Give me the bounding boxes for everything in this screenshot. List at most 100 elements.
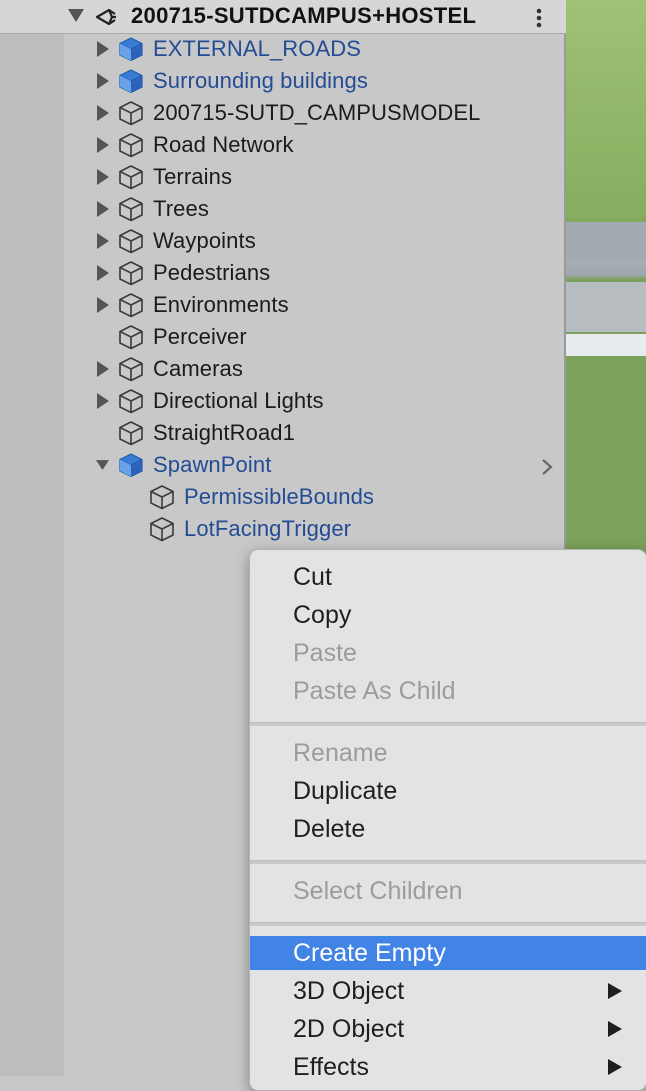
menu-item-label: 3D Object — [293, 976, 405, 1005]
hierarchy-item[interactable]: Environments — [96, 289, 289, 321]
menu-item-copy[interactable]: Copy — [250, 598, 646, 632]
menu-item-paste-as-child: Paste As Child — [250, 674, 646, 708]
prefab-cube-icon — [117, 35, 145, 63]
unity-logo-icon — [94, 5, 118, 34]
hierarchy-item-label: SpawnPoint — [153, 452, 272, 477]
menu-item-select-children: Select Children — [250, 874, 646, 908]
hierarchy-item-label: EXTERNAL_ROADS — [153, 36, 362, 61]
gameobject-cube-icon — [117, 195, 145, 223]
expand-arrow-icon[interactable] — [96, 41, 109, 57]
context-menu: Cut Copy Paste Paste As Child Rename Duplicat… — [249, 549, 646, 1091]
hierarchy-item[interactable]: Waypoints — [96, 225, 256, 257]
expand-arrow-icon[interactable] — [96, 169, 109, 185]
expand-arrow-icon[interactable] — [96, 265, 109, 281]
hierarchy-item-label: Waypoints — [153, 228, 256, 253]
gameobject-cube-icon — [148, 515, 176, 543]
gameobject-cube-icon — [117, 355, 145, 383]
expand-arrow-icon[interactable] — [96, 105, 109, 121]
menu-item-label: Effects — [293, 1052, 369, 1081]
menu-separator — [250, 722, 646, 726]
hierarchy-item[interactable]: Road Network — [96, 129, 294, 161]
expand-arrow-icon[interactable] — [96, 73, 109, 89]
expanded-arrow-icon[interactable] — [96, 457, 109, 473]
gameobject-cube-icon — [117, 291, 145, 319]
menu-separator — [250, 860, 646, 864]
menu-item-cut[interactable]: Cut — [250, 560, 646, 594]
hierarchy-item-label: LotFacingTrigger — [184, 516, 352, 541]
gameobject-cube-icon — [117, 163, 145, 191]
expand-arrow-icon[interactable] — [96, 361, 109, 377]
hierarchy-item-label: Terrains — [153, 164, 233, 189]
prefab-cube-icon — [117, 451, 145, 479]
menu-item-create-empty[interactable]: Create Empty — [250, 936, 646, 970]
menu-item-label: Rename — [293, 738, 388, 767]
menu-item-rename: Rename — [250, 736, 646, 770]
menu-item-label: 2D Object — [293, 1014, 405, 1043]
expand-arrow-icon[interactable] — [96, 137, 109, 153]
hierarchy-item[interactable]: Trees — [96, 193, 209, 225]
gameobject-cube-icon — [117, 323, 145, 351]
gameobject-cube-icon — [117, 259, 145, 287]
submenu-arrow-icon — [608, 1021, 622, 1042]
hierarchy-item-label: Trees — [153, 196, 209, 221]
menu-item-label: Select Children — [293, 876, 463, 905]
menu-item-2d-object[interactable]: 2D Object — [250, 1012, 646, 1046]
hierarchy-item[interactable]: PermissibleBounds — [148, 481, 374, 513]
expand-arrow-icon[interactable] — [96, 393, 109, 409]
expand-arrow-icon[interactable] — [96, 201, 109, 217]
hierarchy-item[interactable]: EXTERNAL_ROADS — [96, 33, 361, 65]
menu-item-label: Copy — [293, 600, 352, 629]
gameobject-cube-icon — [148, 483, 176, 511]
hierarchy-item[interactable]: Perceiver — [96, 321, 247, 353]
scene-header[interactable]: 200715-SUTDCAMPUS+HOSTEL — [0, 0, 566, 34]
hierarchy-item-label: Environments — [153, 292, 289, 317]
kebab-menu-icon[interactable] — [534, 7, 544, 34]
menu-item-effects[interactable]: Effects — [250, 1050, 646, 1084]
expand-arrow-icon[interactable] — [96, 233, 109, 249]
menu-item-label: Paste — [293, 638, 357, 667]
hierarchy-item-label: Perceiver — [153, 324, 247, 349]
hierarchy-item-label: Surrounding buildings — [153, 68, 368, 93]
scene-road-surface — [566, 282, 646, 332]
hierarchy-item-label: StraightRoad1 — [153, 420, 295, 445]
menu-item-delete[interactable]: Delete — [250, 812, 646, 846]
hierarchy-item[interactable]: 200715-SUTD_CAMPUSMODEL — [96, 97, 481, 129]
hierarchy-item[interactable]: Pedestrians — [96, 257, 270, 289]
hierarchy-item[interactable]: SpawnPoint — [96, 449, 271, 481]
submenu-arrow-icon — [608, 1059, 622, 1080]
menu-item-label: Duplicate — [293, 776, 398, 805]
hierarchy-item-label: Cameras — [153, 356, 243, 381]
expand-arrow-icon[interactable] — [68, 9, 84, 28]
menu-item-3d-object[interactable]: 3D Object — [250, 974, 646, 1008]
hierarchy-item-label: Pedestrians — [153, 260, 271, 285]
hierarchy-item-label: Directional Lights — [153, 388, 324, 413]
hierarchy-item[interactable]: Directional Lights — [96, 385, 324, 417]
gameobject-cube-icon — [117, 227, 145, 255]
hierarchy-gutter — [0, 0, 64, 1076]
hierarchy-item[interactable]: LotFacingTrigger — [148, 513, 351, 545]
scene-title: 200715-SUTDCAMPUS+HOSTEL — [131, 3, 477, 28]
hierarchy-item[interactable]: Terrains — [96, 161, 232, 193]
gameobject-cube-icon — [117, 387, 145, 415]
menu-separator — [250, 922, 646, 926]
menu-item-label: Delete — [293, 814, 366, 843]
gameobject-cube-icon — [117, 419, 145, 447]
hierarchy-item[interactable]: StraightRoad1 — [96, 417, 295, 449]
menu-item-duplicate[interactable]: Duplicate — [250, 774, 646, 808]
menu-item-label: Create Empty — [293, 938, 446, 967]
hierarchy-item[interactable]: Cameras — [96, 353, 243, 385]
hierarchy-item[interactable]: Surrounding buildings — [96, 65, 368, 97]
hierarchy-item-label: PermissibleBounds — [184, 484, 375, 509]
prefab-cube-icon — [117, 67, 145, 95]
hierarchy-item-label: 200715-SUTD_CAMPUSMODEL — [153, 100, 481, 125]
chevron-right-icon[interactable] — [540, 458, 554, 481]
menu-item-label: Paste As Child — [293, 676, 456, 705]
hierarchy-item-label: Road Network — [153, 132, 294, 157]
expand-arrow-icon[interactable] — [96, 297, 109, 313]
scene-road-surface — [566, 222, 646, 262]
menu-item-label: Cut — [293, 562, 332, 591]
gameobject-cube-icon — [117, 131, 145, 159]
menu-item-paste: Paste — [250, 636, 646, 670]
